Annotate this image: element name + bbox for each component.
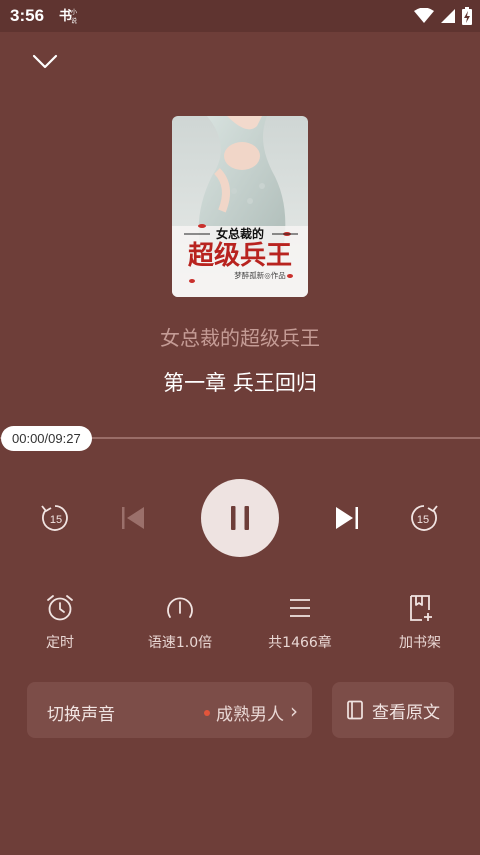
rewind-seconds: 15 <box>50 514 62 526</box>
pause-icon <box>231 506 249 530</box>
alarm-clock-icon <box>47 595 73 621</box>
forward-seconds: 15 <box>417 514 429 526</box>
forward-15-button[interactable]: 15 <box>407 501 441 535</box>
previous-chapter-button[interactable] <box>118 503 148 533</box>
book-title: 女总裁的超级兵王 <box>160 326 320 350</box>
switch-voice-button[interactable]: 切换声音 成熟男人 › <box>27 682 312 738</box>
chevron-right-icon: › <box>290 699 298 723</box>
chapter-list-button[interactable]: 共1466章 <box>250 592 350 652</box>
switch-voice-label: 切换声音 <box>47 705 115 725</box>
pause-button[interactable] <box>201 479 279 557</box>
cover-title-small: 女总裁的 <box>216 226 264 241</box>
book-cover: 女总裁的 超级兵王 梦醉孤新◎作品 <box>172 116 308 297</box>
rewind-15-icon: 15 <box>41 505 68 531</box>
rewind-15-button[interactable]: 15 <box>38 501 72 535</box>
battery-icon <box>462 7 472 29</box>
timer-label: 定时 <box>46 635 74 651</box>
svg-text:说: 说 <box>71 17 77 25</box>
forward-15-icon: 15 <box>411 505 438 531</box>
chapter-title: 第一章 兵王回归 <box>163 371 317 395</box>
timer-button[interactable]: 定时 <box>10 592 110 652</box>
current-voice: 成熟男人 <box>216 705 284 725</box>
add-bookshelf-button[interactable]: 加书架 <box>370 592 470 652</box>
status-time: 3:56 <box>10 6 45 25</box>
cover-author: 梦醉孤新◎作品 <box>234 270 286 280</box>
app-notification-icon: 书 小 说 <box>58 5 80 27</box>
speed-button[interactable]: 语速1.0倍 <box>130 592 230 652</box>
cover-title-large: 超级兵王 <box>188 240 292 271</box>
voice-indicator-dot <box>204 709 210 716</box>
chapters-label: 共1466章 <box>268 635 332 651</box>
svg-text:小: 小 <box>71 8 77 16</box>
next-chapter-button[interactable] <box>332 503 362 533</box>
speedometer-icon <box>167 597 193 618</box>
skip-next-icon <box>336 507 358 529</box>
view-original-button[interactable]: 查看原文 <box>332 682 454 738</box>
bookshelf-label: 加书架 <box>399 635 441 651</box>
collapse-button[interactable] <box>30 50 60 74</box>
book-icon <box>347 700 363 720</box>
signal-icon <box>440 8 456 28</box>
bookmark-add-icon <box>410 595 432 621</box>
progress-time-thumb[interactable]: 00:00/09:27 <box>1 426 92 451</box>
chevron-down-icon <box>32 54 58 69</box>
speed-label: 语速1.0倍 <box>147 635 213 651</box>
skip-previous-icon <box>122 507 144 529</box>
list-icon <box>290 599 310 617</box>
view-original-label: 查看原文 <box>372 702 440 723</box>
wifi-icon <box>414 7 434 28</box>
status-bar: 3:56 书 小 说 <box>0 0 480 32</box>
